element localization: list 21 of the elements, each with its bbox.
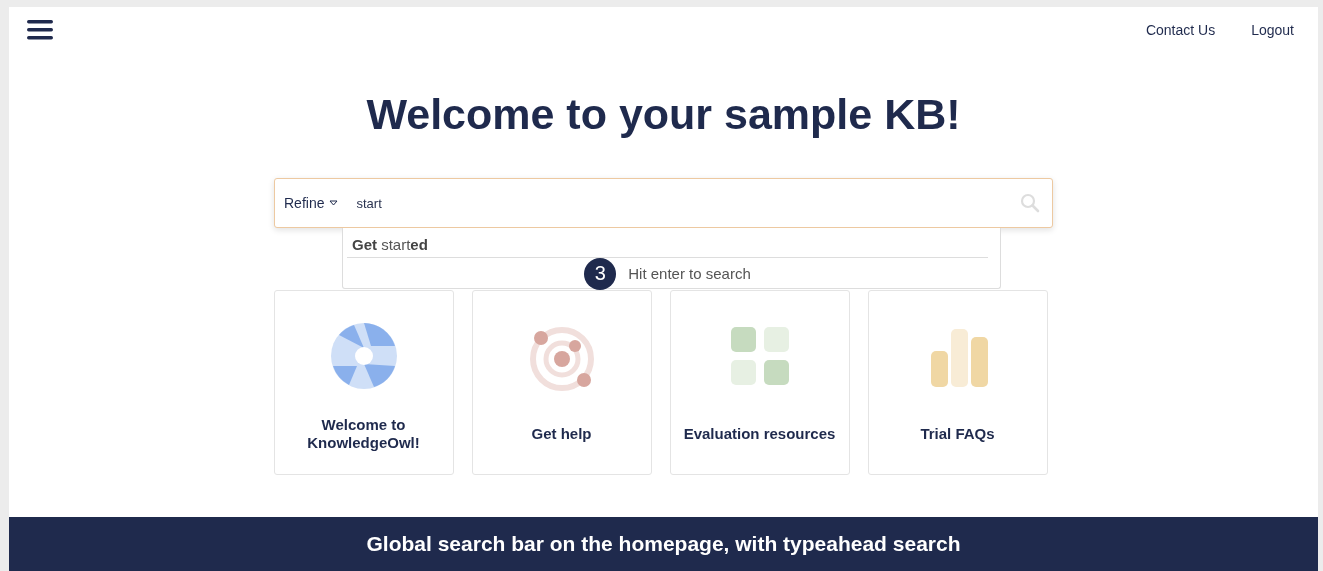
category-card[interactable]: Get help xyxy=(471,290,652,476)
page-title: Welcome to your sample KB! xyxy=(365,91,962,139)
nav-link[interactable]: Contact Us xyxy=(1145,22,1216,38)
card-title: Welcome to KnowledgeOwl! xyxy=(306,415,421,454)
caption: Global search bar on the homepage, with typeahead search xyxy=(366,532,961,556)
refine-dropdown[interactable]: Refine xyxy=(284,195,339,212)
step-badge: 3 xyxy=(584,257,617,290)
category-card[interactable]: Trial FAQs xyxy=(867,290,1048,476)
card-title: Evaluation resources xyxy=(682,424,837,445)
card-title: Trial FAQs xyxy=(919,424,996,445)
search-input[interactable]: start xyxy=(354,194,1020,212)
aperture-icon xyxy=(328,321,399,392)
category-card[interactable]: Welcome to KnowledgeOwl! xyxy=(273,290,454,476)
search-field[interactable]: Refine start xyxy=(274,178,1053,229)
nav-link[interactable]: Logout xyxy=(1251,22,1294,38)
suggestion-item[interactable]: Get started xyxy=(347,228,988,259)
caret-icon xyxy=(329,200,339,207)
menu-icon[interactable] xyxy=(27,19,53,41)
category-card[interactable]: Evaluation resources xyxy=(669,290,850,476)
search-hint: Hit enter to search xyxy=(628,264,751,282)
card-title: Get help xyxy=(530,424,593,445)
